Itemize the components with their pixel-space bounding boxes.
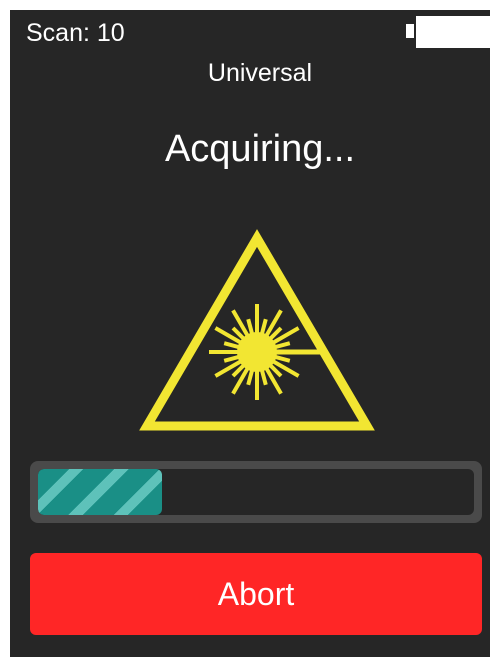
laser-ray bbox=[259, 318, 268, 336]
laser-ray bbox=[259, 368, 268, 386]
laser-ray bbox=[246, 318, 255, 336]
progress-track-inner bbox=[38, 469, 474, 515]
laser-ray bbox=[273, 354, 291, 363]
abort-button[interactable]: Abort bbox=[30, 553, 482, 635]
laser-ray bbox=[223, 341, 241, 350]
laser-ray bbox=[273, 341, 291, 350]
progress-bar bbox=[30, 461, 482, 523]
acquisition-status: Acquiring... bbox=[164, 128, 356, 170]
device-screen: Scan: 10 Universal Acquiring... Abort bbox=[10, 10, 490, 657]
battery-icon bbox=[406, 16, 490, 50]
progress-fill bbox=[38, 469, 163, 515]
scan-counter: Scan: 10 bbox=[26, 19, 125, 47]
laser-ray bbox=[246, 368, 255, 386]
laser-warning-icon bbox=[139, 229, 375, 431]
laser-ray bbox=[223, 354, 241, 363]
mode-label: Universal bbox=[207, 59, 313, 87]
